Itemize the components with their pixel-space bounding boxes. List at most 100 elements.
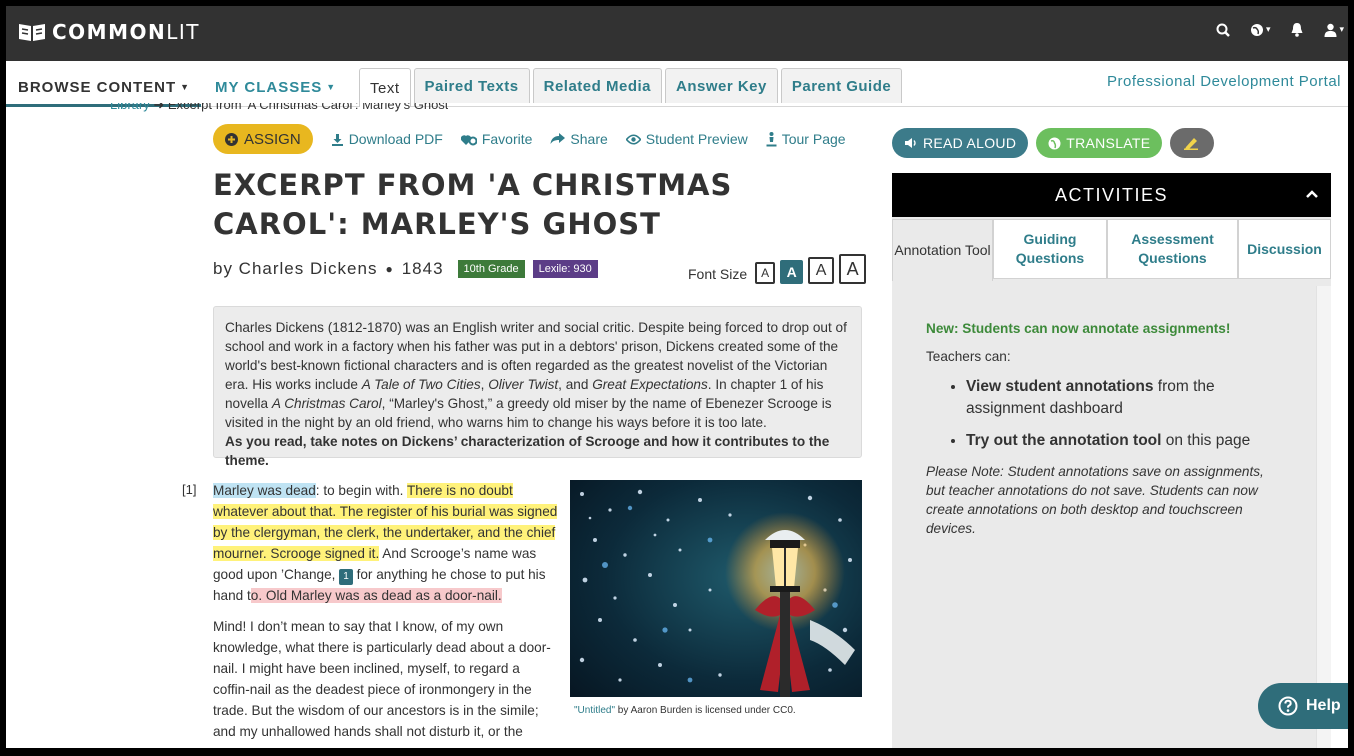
intro-work-title: A Christmas Carol	[271, 396, 382, 411]
font-size-small[interactable]: A	[755, 262, 776, 284]
question-circle-icon	[1278, 696, 1298, 716]
tab-paired-texts[interactable]: Paired Texts	[413, 68, 530, 103]
text-tabs: Text Paired Texts Related Media Answer K…	[359, 68, 903, 107]
list-item: Try out the annotation tool on this page	[966, 430, 1281, 452]
top-icons: ▾ ▾	[1216, 22, 1344, 37]
breadcrumb-library[interactable]: Library	[110, 103, 150, 112]
year: 1843	[401, 259, 444, 278]
tip-title: View student annotations	[966, 378, 1154, 395]
tab-answer-key[interactable]: Answer Key	[665, 68, 778, 103]
open-book-icon	[19, 24, 45, 41]
caret-down-icon: ▼	[180, 82, 191, 92]
tip-text: on this page	[1161, 432, 1251, 449]
globe-menu-icon[interactable]: ▾	[1250, 23, 1270, 37]
caret-down-icon: ▼	[326, 82, 337, 92]
activities-panel: ACTIVITIES Annotation Tool Guiding Quest…	[892, 173, 1331, 748]
student-preview-label: Student Preview	[645, 131, 748, 147]
app-frame: COMMONLIT ▾ ▾ BROWSE CONTENT ▼ MY CLASSES…	[6, 6, 1348, 748]
tour-page-link[interactable]: Tour Page	[766, 131, 846, 147]
paragraph-1: Marley was dead: to begin with. There is…	[213, 480, 558, 606]
my-classes-menu[interactable]: MY CLASSES ▼	[215, 79, 336, 96]
download-pdf-link[interactable]: Download PDF	[331, 131, 443, 147]
user-menu-icon[interactable]: ▾	[1324, 23, 1344, 37]
font-size-xlarge[interactable]: A	[839, 254, 867, 284]
share-label: Share	[570, 131, 608, 147]
translate-label: TRANSLATE	[1066, 135, 1151, 151]
chevron-up-icon[interactable]	[1305, 187, 1319, 201]
eye-icon	[625, 133, 641, 145]
read-aloud-label: READ ALOUD	[923, 135, 1017, 151]
tab-parent-guide[interactable]: Parent Guide	[780, 68, 903, 103]
author: by Charles Dickens	[213, 259, 378, 278]
tour-page-label: Tour Page	[781, 131, 846, 147]
font-size-label: Font Size	[688, 266, 748, 282]
grade-badge: 10th Grade	[457, 260, 525, 278]
translate-button[interactable]: TRANSLATE	[1036, 128, 1163, 158]
activities-header[interactable]: ACTIVITIES	[892, 173, 1331, 217]
tab-text[interactable]: Text	[359, 68, 411, 107]
favorite-icon	[460, 134, 477, 145]
speaker-icon	[905, 138, 916, 148]
intro-text: , and	[558, 377, 593, 392]
image-caption: "Untitled" by Aaron Burden is licensed u…	[574, 705, 796, 716]
reading-prompt: As you read, take notes on Dickens’ char…	[225, 434, 830, 468]
reading-text: Marley was dead: to begin with. There is…	[213, 480, 558, 742]
nav-row: BROWSE CONTENT ▼ MY CLASSES ▼ Text Paired …	[6, 61, 1348, 107]
paragraph-number: [1]	[182, 482, 197, 497]
logo[interactable]: COMMONLIT	[18, 20, 200, 44]
tab-annotation-tool[interactable]: Annotation Tool	[892, 219, 993, 281]
tab-guiding-questions[interactable]: Guiding Questions	[993, 219, 1107, 279]
new-feature-note: New: Students can now annotate assignmen…	[926, 321, 1231, 336]
favorite-link[interactable]: Favorite	[460, 131, 532, 147]
annotation-highlight-pink[interactable]: o. Old Marley was as dead as a door-nail…	[250, 588, 502, 603]
breadcrumb: Library ➜ Excerpt from 'A Christmas Caro…	[110, 103, 448, 113]
plus-circle-icon	[225, 132, 238, 146]
assign-label: ASSIGN	[244, 130, 301, 148]
lantern-photo	[570, 480, 862, 697]
footnote-marker[interactable]: 1	[339, 569, 353, 585]
pd-portal-link[interactable]: Professional Development Portal	[1107, 73, 1341, 90]
font-size-large[interactable]: A	[808, 257, 835, 284]
bullet-separator: ●	[385, 262, 394, 276]
read-aloud-button[interactable]: READ ALOUD	[892, 128, 1029, 158]
tab-assessment-questions[interactable]: Assessment Questions	[1107, 219, 1238, 279]
text-actions: ASSIGN Download PDF Favorite Share Stude…	[213, 124, 846, 154]
list-item: View student annotations from the assign…	[966, 376, 1281, 420]
intro-work-title: A Tale of Two Cities	[361, 377, 481, 392]
bell-icon[interactable]	[1290, 22, 1304, 37]
highlighter-pen-icon	[1184, 138, 1199, 150]
text-run: : to begin with.	[315, 483, 407, 498]
search-icon[interactable]	[1216, 23, 1230, 37]
text-title: EXCERPT FROM 'A CHRISTMAS CAROL': MARLEY…	[213, 168, 733, 241]
assign-button[interactable]: ASSIGN	[213, 124, 313, 154]
panel-scrollbar[interactable]	[1316, 286, 1331, 748]
annotation-highlight-blue[interactable]: Marley was dead	[213, 483, 316, 498]
teachers-can-label: Teachers can:	[926, 349, 1011, 364]
font-size-control: Font Size A A A A	[688, 254, 867, 284]
highlighter-button[interactable]	[1170, 128, 1215, 158]
share-link[interactable]: Share	[550, 131, 608, 147]
reading-tools: READ ALOUD TRANSLATE	[892, 128, 1215, 158]
share-arrow-icon	[550, 133, 566, 144]
person-walking-icon	[766, 131, 777, 146]
download-icon	[331, 133, 343, 146]
browse-content-menu[interactable]: BROWSE CONTENT ▼	[18, 79, 190, 96]
caption-link[interactable]: "Untitled"	[574, 705, 615, 716]
intro-work-title: Oliver Twist	[488, 377, 559, 392]
help-label: Help	[1306, 697, 1341, 714]
breadcrumb-current: Excerpt from 'A Christmas Carol': Marley…	[167, 103, 449, 112]
introduction-box: Charles Dickens (1812-1870) was an Engli…	[213, 306, 862, 468]
tab-related-media[interactable]: Related Media	[532, 68, 662, 103]
activity-tabs: Annotation Tool Guiding Questions Assess…	[892, 217, 1331, 281]
caption-text: by Aaron Burden is licensed under CC0.	[615, 705, 796, 716]
font-size-medium[interactable]: A	[780, 260, 804, 284]
tab-discussion[interactable]: Discussion	[1238, 219, 1331, 279]
intro-work-title: Great Expectations	[592, 377, 708, 392]
lexile-badge: Lexile: 930	[532, 260, 598, 278]
top-bar: COMMONLIT ▾ ▾	[6, 6, 1348, 61]
annotation-tool-content: New: Students can now annotate assignmen…	[926, 319, 1281, 538]
arrow-right-icon: ➜	[153, 103, 168, 112]
student-preview-link[interactable]: Student Preview	[625, 131, 748, 147]
globe-icon	[1048, 137, 1061, 149]
help-button[interactable]: Help	[1258, 683, 1348, 729]
